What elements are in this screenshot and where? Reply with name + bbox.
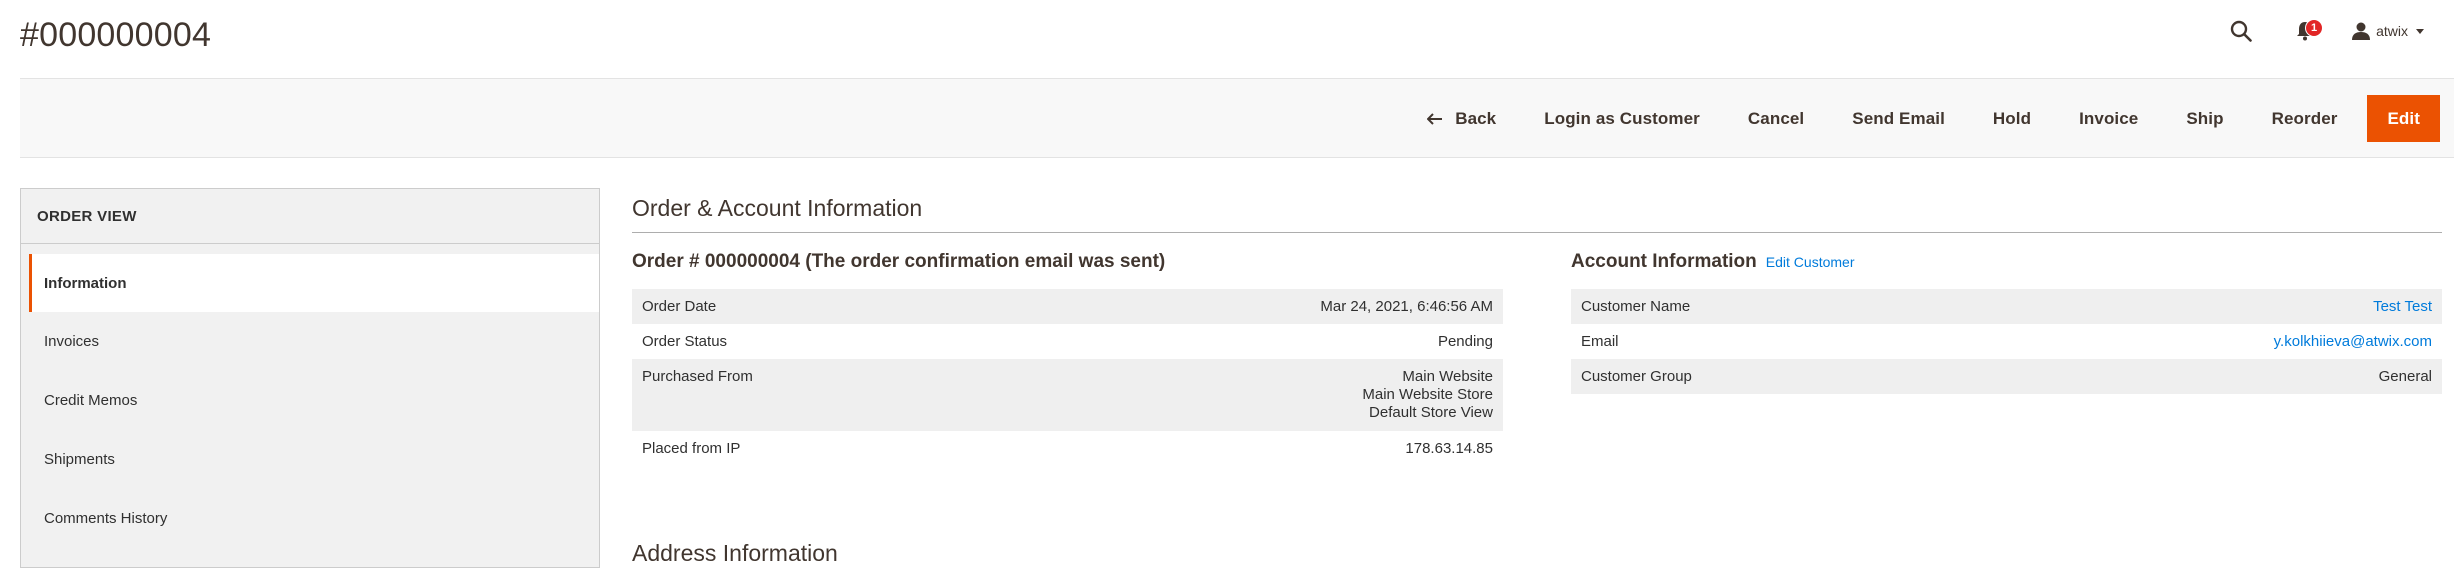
customer-name-link[interactable]: Test Test xyxy=(1939,289,2442,324)
reorder-button[interactable]: Reorder xyxy=(2248,95,2362,142)
store-name: Main Website Store xyxy=(1362,386,1493,403)
ship-button[interactable]: Ship xyxy=(2162,95,2247,142)
account-title-label: Account Information xyxy=(1571,251,1757,272)
login-as-customer-button[interactable]: Login as Customer xyxy=(1520,95,1724,142)
hold-button[interactable]: Hold xyxy=(1969,95,2055,142)
table-row: Placed from IP 178.63.14.85 xyxy=(632,431,1503,466)
account-title: Account Information Edit Customer xyxy=(1571,245,2442,279)
row-label: Placed from IP xyxy=(642,440,741,457)
info-columns: Order # 000000004 (The order confirmatio… xyxy=(632,245,2442,466)
placed-from-ip-value: 178.63.14.85 xyxy=(1405,440,1493,457)
notifications-badge: 1 xyxy=(2305,19,2324,37)
purchased-from-value: Main Website Main Website Store Default … xyxy=(984,359,1503,431)
order-info: Order # 000000004 (The order confirmatio… xyxy=(632,245,1503,466)
back-button[interactable]: Back xyxy=(1403,95,1520,142)
section-title: Order & Account Information xyxy=(632,195,2442,233)
table-row: Email y.kolkhiieva@atwix.com xyxy=(1571,324,2442,359)
customer-email-link[interactable]: y.kolkhiieva@atwix.com xyxy=(1940,324,2442,359)
tab-shipments[interactable]: Shipments xyxy=(29,430,599,489)
back-label: Back xyxy=(1455,108,1497,128)
edit-button[interactable]: Edit xyxy=(2367,95,2440,142)
row-label: Order Date xyxy=(632,289,985,324)
invoice-button[interactable]: Invoice xyxy=(2055,95,2162,142)
account-info: Account Information Edit Customer Custom… xyxy=(1571,245,2442,466)
order-title: Order # 000000004 (The order confirmatio… xyxy=(632,251,1166,272)
row-label: Customer Group xyxy=(1571,359,1940,394)
account-info-table: Customer Name Test Test Email y.kolkhiie… xyxy=(1571,289,2442,394)
arrow-left-icon xyxy=(1427,112,1443,125)
main-content: Order & Account Information Order # 0000… xyxy=(632,195,2442,466)
row-label: Email xyxy=(1581,333,1619,350)
order-info-table: Order Date Mar 24, 2021, 6:46:56 AM Orde… xyxy=(632,289,1503,466)
notifications-button[interactable]: 1 xyxy=(2288,14,2324,48)
user-menu[interactable]: atwix xyxy=(2352,22,2424,40)
user-name: atwix xyxy=(2376,23,2408,39)
cancel-button[interactable]: Cancel xyxy=(1724,95,1828,142)
chevron-down-icon xyxy=(2416,28,2424,34)
website-name: Main Website xyxy=(1402,368,1493,385)
store-view-name: Default Store View xyxy=(1369,404,1493,421)
action-buttons: Back Login as Customer Cancel Send Email… xyxy=(1403,95,2440,142)
edit-customer-link[interactable]: Edit Customer xyxy=(1766,254,1855,270)
page-title: #000000004 xyxy=(20,16,212,54)
order-date-value: Mar 24, 2021, 6:46:56 AM xyxy=(984,289,1503,324)
tab-comments-history[interactable]: Comments History xyxy=(29,489,599,548)
search-icon[interactable] xyxy=(2224,14,2258,48)
send-email-button[interactable]: Send Email xyxy=(1828,95,1969,142)
tab-information[interactable]: Information xyxy=(29,254,599,312)
tab-credit-memos[interactable]: Credit Memos xyxy=(29,371,599,430)
row-label: Purchased From xyxy=(632,359,985,431)
order-view-sidebar: ORDER VIEW Information Invoices Credit M… xyxy=(20,188,600,568)
row-label: Customer Name xyxy=(1571,289,1940,324)
address-section-title: Address Information xyxy=(632,540,838,566)
customer-group-value: General xyxy=(1939,359,2442,394)
row-label: Order Status xyxy=(642,333,728,350)
sidebar-title: ORDER VIEW xyxy=(21,189,599,244)
order-status-value: Pending xyxy=(1437,333,1493,350)
table-row: Order Date Mar 24, 2021, 6:46:56 AM xyxy=(632,289,1503,324)
table-row: Order Status Pending xyxy=(632,324,1503,359)
tab-invoices[interactable]: Invoices xyxy=(29,312,599,371)
table-row: Purchased From Main Website Main Website… xyxy=(632,359,1503,431)
table-row: Customer Name Test Test xyxy=(1571,289,2442,324)
page-actions-bar: Back Login as Customer Cancel Send Email… xyxy=(20,78,2454,158)
header-actions: 1 atwix xyxy=(2224,14,2424,48)
sidebar-tabs: Information Invoices Credit Memos Shipme… xyxy=(21,254,599,548)
user-icon xyxy=(2352,22,2371,40)
table-row: Customer Group General xyxy=(1571,359,2442,394)
